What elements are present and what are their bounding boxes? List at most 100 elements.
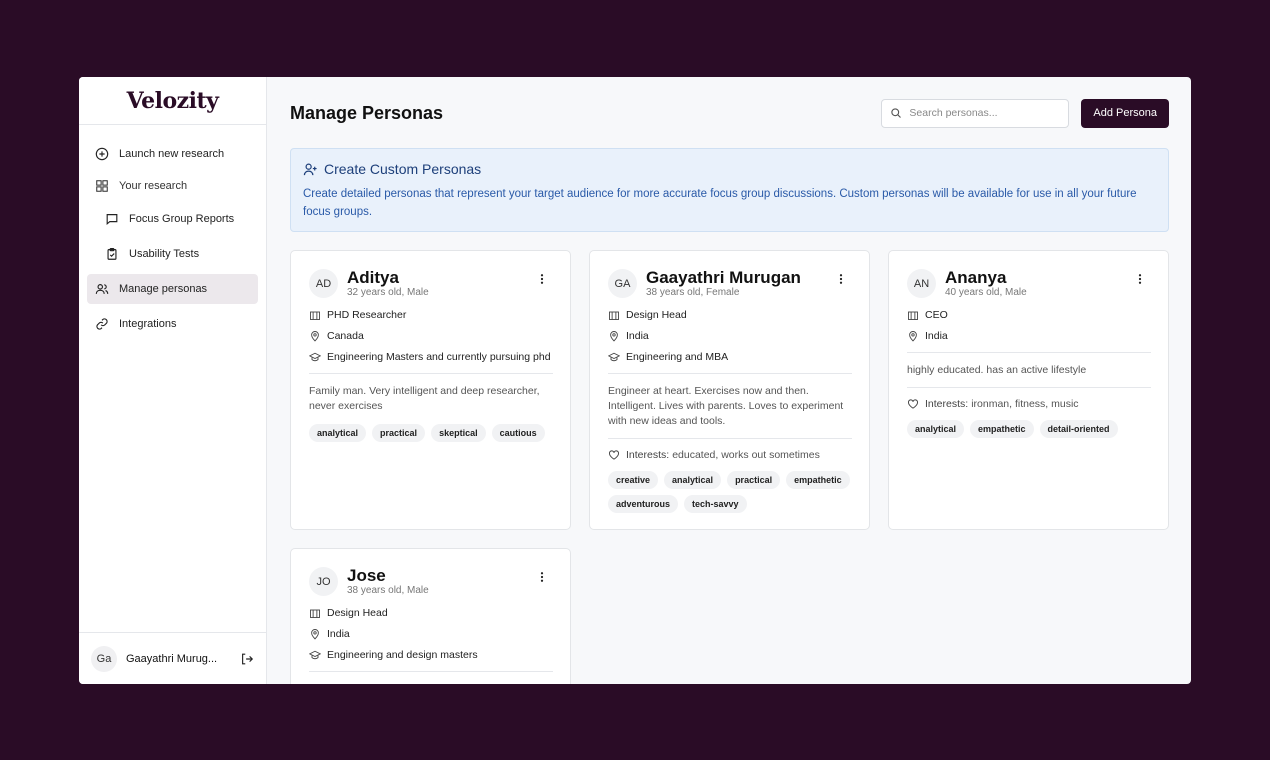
- persona-meta: 38 years old, Female: [646, 287, 740, 298]
- sidebar-section-your-research[interactable]: Your research: [87, 174, 258, 198]
- persona-name: Ananya: [945, 268, 1007, 287]
- more-options-icon[interactable]: [1134, 273, 1146, 285]
- persona-education-text: Engineering and MBA: [626, 351, 729, 363]
- persona-role: Design Head: [309, 606, 553, 620]
- user-plus-icon: [303, 163, 317, 175]
- sidebar-item-label: Integrations: [119, 318, 177, 330]
- persona-tags: creative analytical practical empathetic…: [608, 471, 852, 513]
- tag: adventurous: [608, 495, 679, 513]
- persona-education: Engineering Masters and currently pursui…: [309, 350, 553, 364]
- user-profile: Ga Gaayathri Murug...: [79, 632, 266, 684]
- sidebar-nav: Launch new research Your research Focus …: [79, 125, 266, 339]
- graduation-cap-icon: [309, 352, 321, 362]
- search-input[interactable]: [909, 107, 1060, 119]
- persona-tags: analytical practical skeptical cautious: [309, 424, 553, 442]
- link-icon: [96, 318, 108, 330]
- tag: analytical: [907, 420, 965, 438]
- persona-card[interactable]: JO Jose 38 years old, Male Design Head I…: [290, 548, 571, 684]
- interests-text: ironman, fitness, music: [971, 398, 1079, 410]
- tag: practical: [727, 471, 781, 489]
- interests-label: Interests:: [925, 398, 969, 410]
- user-name: Gaayathri Murug...: [126, 652, 218, 665]
- persona-card[interactable]: AD Aditya 32 years old, Male PHD Researc…: [290, 250, 571, 530]
- persona-education: Engineering and design masters: [309, 648, 553, 662]
- persona-grid: AD Aditya 32 years old, Male PHD Researc…: [290, 250, 1169, 684]
- interests-label: Interests:: [626, 449, 670, 461]
- logo[interactable]: Velozity: [79, 77, 266, 125]
- main-content: Manage Personas Add Persona Create Custo…: [267, 77, 1191, 684]
- persona-role-text: Design Head: [626, 309, 687, 321]
- persona-education-text: Engineering and design masters: [327, 649, 478, 661]
- persona-card[interactable]: GA Gaayathri Murugan 38 years old, Femal…: [589, 250, 870, 530]
- persona-location-text: India: [327, 628, 350, 640]
- persona-location-text: India: [925, 330, 948, 342]
- tag: creative: [608, 471, 659, 489]
- persona-role: Design Head: [608, 308, 852, 322]
- grid-icon: [96, 180, 108, 192]
- logo-text: Velozity: [126, 87, 219, 114]
- building-icon: [908, 311, 918, 320]
- page-header: Manage Personas Add Persona: [290, 77, 1169, 149]
- avatar[interactable]: Ga: [91, 645, 117, 672]
- sidebar-item-usability-tests[interactable]: Usability Tests: [87, 239, 258, 269]
- persona-location-text: India: [626, 330, 649, 342]
- persona-education-text: Engineering Masters and currently pursui…: [327, 351, 551, 363]
- sidebar-item-label: Launch new research: [119, 148, 225, 160]
- divider: [608, 373, 852, 374]
- location-pin-icon: [610, 331, 618, 342]
- sidebar-item-launch-research[interactable]: Launch new research: [87, 139, 258, 169]
- persona-location-text: Canada: [327, 330, 364, 342]
- persona-education: Engineering and MBA: [608, 350, 852, 364]
- persona-location: India: [309, 627, 553, 641]
- persona-description: highly educated. has an active lifestyle: [907, 364, 1087, 376]
- persona-location: India: [608, 329, 852, 343]
- add-persona-button[interactable]: Add Persona: [1081, 98, 1169, 128]
- tag: detail-oriented: [1039, 420, 1118, 438]
- persona-interests: Interests: ironman, fitness, music: [907, 398, 1151, 410]
- more-options-icon[interactable]: [536, 273, 548, 285]
- sidebar-item-label: Focus Group Reports: [129, 213, 235, 225]
- avatar: GA: [608, 269, 637, 298]
- tag: empathetic: [970, 420, 1034, 438]
- persona-role-text: CEO: [925, 309, 948, 321]
- header-actions: Add Persona: [881, 98, 1169, 128]
- tag: analytical: [664, 471, 722, 489]
- divider: [309, 373, 553, 374]
- persona-card[interactable]: AN Ananya 40 years old, Male CEO India h…: [888, 250, 1169, 530]
- page-title: Manage Personas: [290, 102, 444, 123]
- users-icon: [95, 284, 109, 294]
- persona-role-text: Design Head: [327, 607, 388, 619]
- divider: [309, 671, 553, 672]
- banner-text: Create detailed personas that represent …: [303, 188, 1137, 218]
- persona-description: Engineer at heart. Exercises now and the…: [608, 385, 844, 427]
- sidebar-item-label: Your research: [119, 180, 188, 192]
- heart-icon: [908, 399, 918, 409]
- location-pin-icon: [311, 331, 319, 342]
- sidebar-item-integrations[interactable]: Integrations: [87, 309, 258, 339]
- persona-name: Gaayathri Murugan: [646, 268, 801, 287]
- graduation-cap-icon: [309, 650, 321, 660]
- tag: analytical: [309, 424, 367, 442]
- persona-interests: Interests: educated, works out sometimes: [608, 449, 852, 461]
- persona-description: Family man. Very intelligent and deep re…: [309, 385, 540, 412]
- building-icon: [609, 311, 619, 320]
- divider: [907, 387, 1151, 388]
- avatar: AN: [907, 269, 936, 298]
- chat-icon: [106, 214, 118, 226]
- banner-title-text: Create Custom Personas: [324, 161, 482, 177]
- avatar: JO: [309, 567, 338, 596]
- more-options-icon[interactable]: [835, 273, 847, 285]
- sidebar-item-manage-personas[interactable]: Manage personas: [87, 274, 258, 304]
- persona-meta: 40 years old, Male: [945, 287, 1027, 298]
- more-options-icon[interactable]: [536, 571, 548, 583]
- divider: [608, 438, 852, 439]
- plus-circle-icon: [95, 147, 109, 161]
- persona-header: AD Aditya 32 years old, Male: [309, 269, 553, 298]
- logout-icon[interactable]: [240, 652, 254, 666]
- graduation-cap-icon: [608, 352, 620, 362]
- persona-role-text: PHD Researcher: [327, 309, 407, 321]
- persona-location: India: [907, 329, 1151, 343]
- sidebar-item-focus-group-reports[interactable]: Focus Group Reports: [87, 204, 258, 234]
- divider: [907, 352, 1151, 353]
- info-banner: Create Custom Personas Create detailed p…: [290, 148, 1169, 232]
